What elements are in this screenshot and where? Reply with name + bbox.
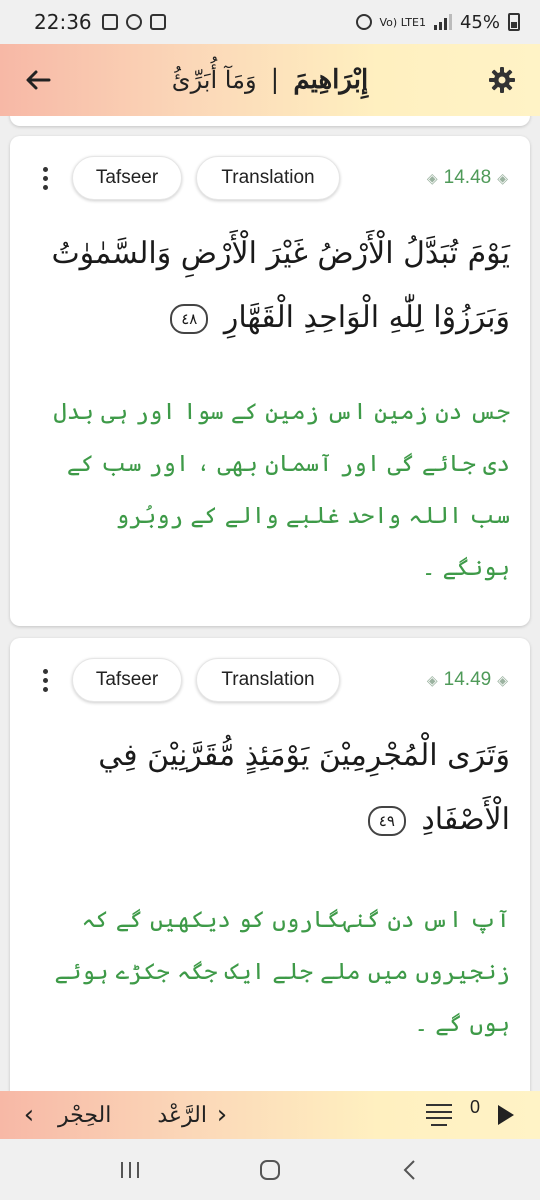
ornament-left-icon: ◈	[426, 169, 438, 186]
ayah-card-header: Tafseer Translation ◈ 14.48 ◈	[10, 154, 530, 202]
ornament-right-icon: ◈	[497, 169, 508, 186]
system-navigation-bar	[0, 1139, 540, 1200]
urdu-translation: آپ اس دن گنہگاروں کو دیکھیں گے کہ زنجیرو…	[54, 907, 510, 1037]
next-surah-link[interactable]: الرَّعْد	[157, 1103, 207, 1128]
chevron-back-icon	[403, 1159, 415, 1180]
ayah-number-text: 14.49	[443, 669, 492, 690]
ayah-card-header: Tafseer Translation ◈ 14.49 ◈	[10, 656, 530, 704]
gallery-icon	[101, 14, 118, 30]
playlist-count: 0	[469, 1096, 480, 1117]
recents-icon	[121, 1161, 139, 1178]
playlist-icon[interactable]	[425, 1104, 452, 1126]
signal-icon	[433, 14, 452, 30]
home-button[interactable]	[250, 1150, 290, 1190]
urdu-translation: جس دن زمین اس زمین کے سوا اور ہی بدل دی …	[53, 399, 510, 581]
status-bar: 22:36 Vo) LTE1 45%	[0, 0, 540, 44]
chevron-right-icon[interactable]: ›	[207, 1100, 237, 1130]
video-icon	[149, 14, 166, 30]
arabic-text: يَوْمَ تُبَدَّلُ الْأَرْضُ غَيْرَ الْأَر…	[30, 222, 510, 350]
header-title: إِبْرَاهِيمَ | وَمَآ أُبَرِّئُ	[172, 65, 368, 95]
settings-button[interactable]	[484, 62, 520, 98]
system-back-button[interactable]	[390, 1150, 430, 1190]
ayah-number-text: 14.48	[443, 167, 492, 188]
kebab-menu-button[interactable]	[32, 166, 58, 190]
player-controls: 0	[425, 1097, 526, 1126]
arabic-verse: وَتَرَى الْمُجْرِمِيْنَ يَوْمَئِذٍ مُّقَ…	[98, 738, 510, 837]
arabic-text: وَتَرَى الْمُجْرِمِيْنَ يَوْمَئِذٍ مُّقَ…	[30, 724, 510, 852]
tafseer-button[interactable]: Tafseer	[72, 156, 182, 200]
notification-icons	[101, 14, 166, 30]
ayah-end-marker: ٤٩	[367, 806, 406, 836]
kebab-menu-button[interactable]	[32, 668, 58, 692]
arabic-verse: يَوْمَ تُبَدَّلُ الْأَرْضُ غَيْرَ الْأَر…	[51, 236, 510, 335]
ayah-card: Tafseer Translation ◈ 14.49 ◈ وَتَرَى ال…	[10, 638, 530, 1091]
back-button[interactable]	[20, 62, 56, 98]
recent-apps-button[interactable]	[110, 1150, 150, 1190]
tafseer-button[interactable]: Tafseer	[72, 658, 182, 702]
play-icon[interactable]	[498, 1105, 514, 1125]
chevron-left-icon[interactable]: ‹	[14, 1100, 44, 1130]
ayah-number: ◈ 14.48 ◈	[427, 167, 508, 189]
surah-name: إِبْرَاهِيمَ	[293, 65, 369, 95]
battery-percent: 45%	[459, 11, 500, 33]
gear-icon	[488, 67, 515, 93]
ornament-left-icon: ◈	[426, 671, 438, 688]
ayah-card: Tafseer Translation ◈ 14.48 ◈ يَوْمَ تُب…	[10, 136, 530, 626]
ayah-end-marker: ٤٨	[170, 304, 209, 334]
previous-surah-link[interactable]: الحِجْر	[58, 1103, 111, 1128]
status-left: 22:36	[34, 10, 166, 34]
arrow-left-icon	[26, 70, 51, 90]
previous-card-edge	[10, 116, 530, 126]
header-separator: |	[270, 65, 280, 95]
app-bar: إِبْرَاهِيمَ | وَمَآ أُبَرِّئُ	[0, 44, 540, 116]
battery-icon	[508, 13, 520, 31]
app-icon	[125, 14, 142, 30]
status-time: 22:36	[34, 10, 92, 34]
ornament-right-icon: ◈	[497, 671, 508, 688]
network-label: Vo) LTE1	[379, 15, 426, 29]
ayah-list[interactable]: Tafseer Translation ◈ 14.48 ◈ يَوْمَ تُب…	[0, 116, 540, 1091]
ayah-number: ◈ 14.49 ◈	[427, 669, 508, 691]
translation-button[interactable]: Translation	[196, 156, 340, 200]
alarm-icon	[355, 14, 372, 30]
translation-button[interactable]: Translation	[196, 658, 340, 702]
status-right: Vo) LTE1 45%	[355, 11, 520, 33]
home-icon	[260, 1159, 280, 1180]
bottom-bar: ‹ الحِجْر الرَّعْد › 0	[0, 1091, 540, 1139]
juz-name: وَمَآ أُبَرِّئُ	[171, 66, 257, 94]
